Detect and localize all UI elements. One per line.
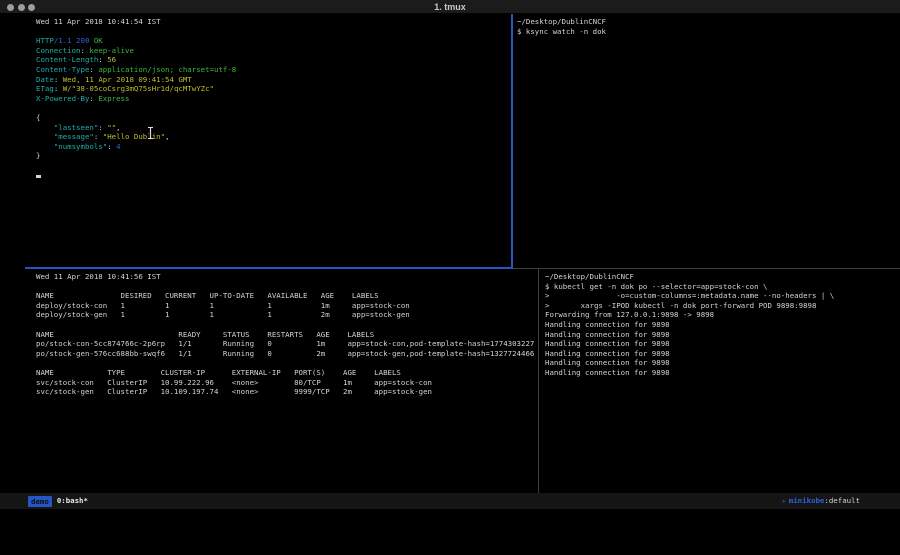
terminal-line: Connection: keep-alive [36, 46, 506, 56]
tmux-status-bar: demo 0:bash* ✳ minikube :default [0, 493, 900, 509]
pane-kubectl-get[interactable]: Wed 11 Apr 2018 10:41:56 IST NAME DESIRED… [36, 272, 536, 490]
terminal-line: ~/Desktop/DublinCNCF [545, 272, 897, 282]
terminal-line: po/stock-gen-576cc688bb-swqf6 1/1 Runnin… [36, 349, 536, 359]
helm-icon: ✳ [782, 493, 786, 509]
terminal-line: { [36, 113, 506, 123]
terminal-line: HTTP/1.1 200 OK [36, 36, 506, 46]
terminal-line [36, 171, 506, 181]
window-tab-active[interactable]: 0:bash* [57, 493, 88, 509]
terminal-line: Content-Type: application/json; charset=… [36, 65, 506, 75]
status-right: ✳ minikube :default [782, 493, 860, 509]
terminal-line: } [36, 151, 506, 161]
pane-divider-horizontal[interactable] [513, 268, 900, 269]
terminal-line [36, 358, 536, 368]
terminal-line: Forwarding from 127.0.0.1:9898 -> 9898 [545, 310, 897, 320]
terminal-line: Handling connection for 9898 [545, 349, 897, 359]
terminal-window: 1. tmux Wed 11 Apr 2018 10:41:54 IST HTT… [0, 0, 900, 555]
terminal-line: NAME READY STATUS RESTARTS AGE LABELS [36, 330, 536, 340]
terminal-line: deploy/stock-gen 1 1 1 1 2m app=stock-ge… [36, 310, 536, 320]
pane-divider-vertical-active[interactable] [511, 14, 513, 269]
terminal-line: ~/Desktop/DublinCNCF [517, 17, 897, 27]
terminal-line: > -o=custom-columns=:metadata.name --no-… [545, 291, 897, 301]
kube-context-label: minikube [789, 493, 825, 509]
terminal-line: svc/stock-gen ClusterIP 10.109.197.74 <n… [36, 387, 536, 397]
terminal-line: Handling connection for 9898 [545, 368, 897, 378]
pane-divider-horizontal-active[interactable] [25, 267, 513, 269]
terminal-line: po/stock-con-5cc874766c-2p6rp 1/1 Runnin… [36, 339, 536, 349]
pane-divider-vertical[interactable] [538, 269, 539, 493]
terminal-line: Handling connection for 9898 [545, 320, 897, 330]
terminal-line: svc/stock-con ClusterIP 10.99.222.96 <no… [36, 378, 536, 388]
terminal-line: $ ksync watch -n dok [517, 27, 897, 37]
terminal-line: Date: Wed, 11 Apr 2018 09:41:54 GMT [36, 75, 506, 85]
status-left: demo 0:bash* [28, 493, 88, 509]
terminal-line: "numsymbols": 4 [36, 142, 506, 152]
terminal-line [36, 320, 536, 330]
terminal-line: ETag: W/"38-05coCsrg3mQ75sHr1d/qcMTwYZc" [36, 84, 506, 94]
pane-port-forward[interactable]: ~/Desktop/DublinCNCF$ kubectl get -n dok… [545, 272, 897, 490]
window-title: 1. tmux [0, 2, 900, 12]
tmux-pane-grid: Wed 11 Apr 2018 10:41:54 IST HTTP/1.1 20… [0, 14, 900, 493]
terminal-line: Handling connection for 9898 [545, 339, 897, 349]
session-name-badge: demo [28, 496, 52, 507]
terminal-line [36, 161, 506, 171]
title-bar[interactable]: 1. tmux [0, 0, 900, 14]
terminal-line: Handling connection for 9898 [545, 330, 897, 340]
text-cursor-pointer [146, 126, 155, 140]
terminal-line [36, 103, 506, 113]
terminal-line: Content-Length: 56 [36, 55, 506, 65]
terminal-line [36, 27, 506, 37]
terminal-line: Wed 11 Apr 2018 10:41:54 IST [36, 17, 506, 27]
terminal-line: NAME DESIRED CURRENT UP-TO-DATE AVAILABL… [36, 291, 536, 301]
terminal-line: X-Powered-By: Express [36, 94, 506, 104]
terminal-line: deploy/stock-con 1 1 1 1 1m app=stock-co… [36, 301, 536, 311]
terminal-line: "lastseen": "", [36, 123, 506, 133]
pane-http-response[interactable]: Wed 11 Apr 2018 10:41:54 IST HTTP/1.1 20… [36, 17, 506, 265]
terminal-line: Handling connection for 9898 [545, 358, 897, 368]
pane-ksync-watch[interactable]: ~/Desktop/DublinCNCF$ ksync watch -n dok [517, 17, 897, 265]
terminal-line: $ kubectl get -n dok po --selector=app=s… [545, 282, 897, 292]
kube-namespace-label: :default [824, 493, 860, 509]
terminal-line: Wed 11 Apr 2018 10:41:56 IST [36, 272, 536, 282]
terminal-line: > xargs -IPOD kubectl -n dok port-forwar… [545, 301, 897, 311]
terminal-line: "message": "Hello Dublin", [36, 132, 506, 142]
terminal-line [36, 282, 536, 292]
terminal-line: NAME TYPE CLUSTER-IP EXTERNAL-IP PORT(S)… [36, 368, 536, 378]
